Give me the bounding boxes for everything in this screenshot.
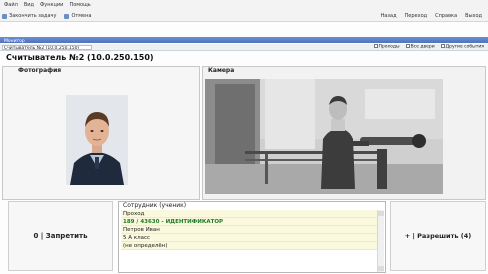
toolbar-right: Назад Переход Справка Выход [381, 11, 482, 21]
reader-select[interactable]: Считыватель №2 (10.0.250.150) [2, 44, 92, 50]
info-row-name: Петров Иван [121, 226, 378, 234]
toolbar-help[interactable]: Справка [435, 13, 457, 19]
window-titlebar: Монитор [0, 37, 488, 44]
filter-options: Проходы Все двери Другие события [373, 44, 484, 50]
reader-selector-bar: Считыватель №2 (10.0.250.150) Проходы Вс… [0, 44, 488, 51]
close-task-icon [2, 13, 7, 19]
menu-row: Файл Вид Функции Помощь [4, 2, 91, 10]
toolbar: Закончить задачу Отмена Назад Переход Сп… [2, 11, 486, 21]
info-title: Сотрудник (ученик) [123, 202, 187, 209]
info-rows: Проход 189 / 43630 - ИДЕНТИФИКАТОР Петро… [121, 210, 378, 250]
info-row-identifier: 189 / 43630 - ИДЕНТИФИКАТОР [121, 218, 378, 226]
info-row-event: Проход [121, 210, 378, 218]
scroll-down-icon[interactable] [378, 266, 384, 271]
reader-title: Считыватель №2 (10.0.250.150) [6, 53, 154, 62]
toolbar-cancel-button[interactable]: Отмена [64, 13, 91, 19]
menu-bar: Файл Вид Функции Помощь Закончить задачу… [0, 0, 488, 22]
camera-image [205, 79, 443, 194]
checkbox-icon [405, 44, 410, 49]
scroll-up-icon[interactable] [378, 211, 384, 216]
employee-info-box: Сотрудник (ученик) Проход 189 / 43630 - … [118, 201, 386, 273]
checkbox-icon [440, 44, 445, 49]
camera-feed [205, 79, 443, 194]
filter-other-events[interactable]: Другие события [440, 44, 484, 50]
toolbar-exit[interactable]: Выход [465, 13, 482, 19]
filter-all-doors[interactable]: Все двери [405, 44, 435, 50]
employee-photo [66, 95, 128, 185]
checkbox-icon [373, 44, 378, 49]
photo-label: Фотография [18, 67, 62, 74]
menu-help[interactable]: Помощь [69, 2, 90, 10]
info-row-class: 5 А класс [121, 234, 378, 242]
menu-file[interactable]: Файл [4, 2, 18, 10]
toolbar-back[interactable]: Назад [381, 13, 397, 19]
allow-button[interactable]: + | Разрешить (4) [390, 201, 486, 271]
toolbar-finish-button[interactable]: Закончить задачу [2, 13, 56, 19]
menu-functions[interactable]: Функции [40, 2, 63, 10]
deny-button[interactable]: 0 | Запретить [8, 201, 113, 271]
info-scrollbar[interactable] [377, 210, 384, 272]
person-portrait-icon [66, 95, 128, 185]
info-row-extra: (не определён) [121, 242, 378, 250]
camera-label: Камера [208, 67, 235, 74]
toolbar-go[interactable]: Переход [405, 13, 428, 19]
menu-view[interactable]: Вид [24, 2, 34, 10]
cancel-icon [64, 13, 70, 19]
filter-passes[interactable]: Проходы [373, 44, 400, 50]
